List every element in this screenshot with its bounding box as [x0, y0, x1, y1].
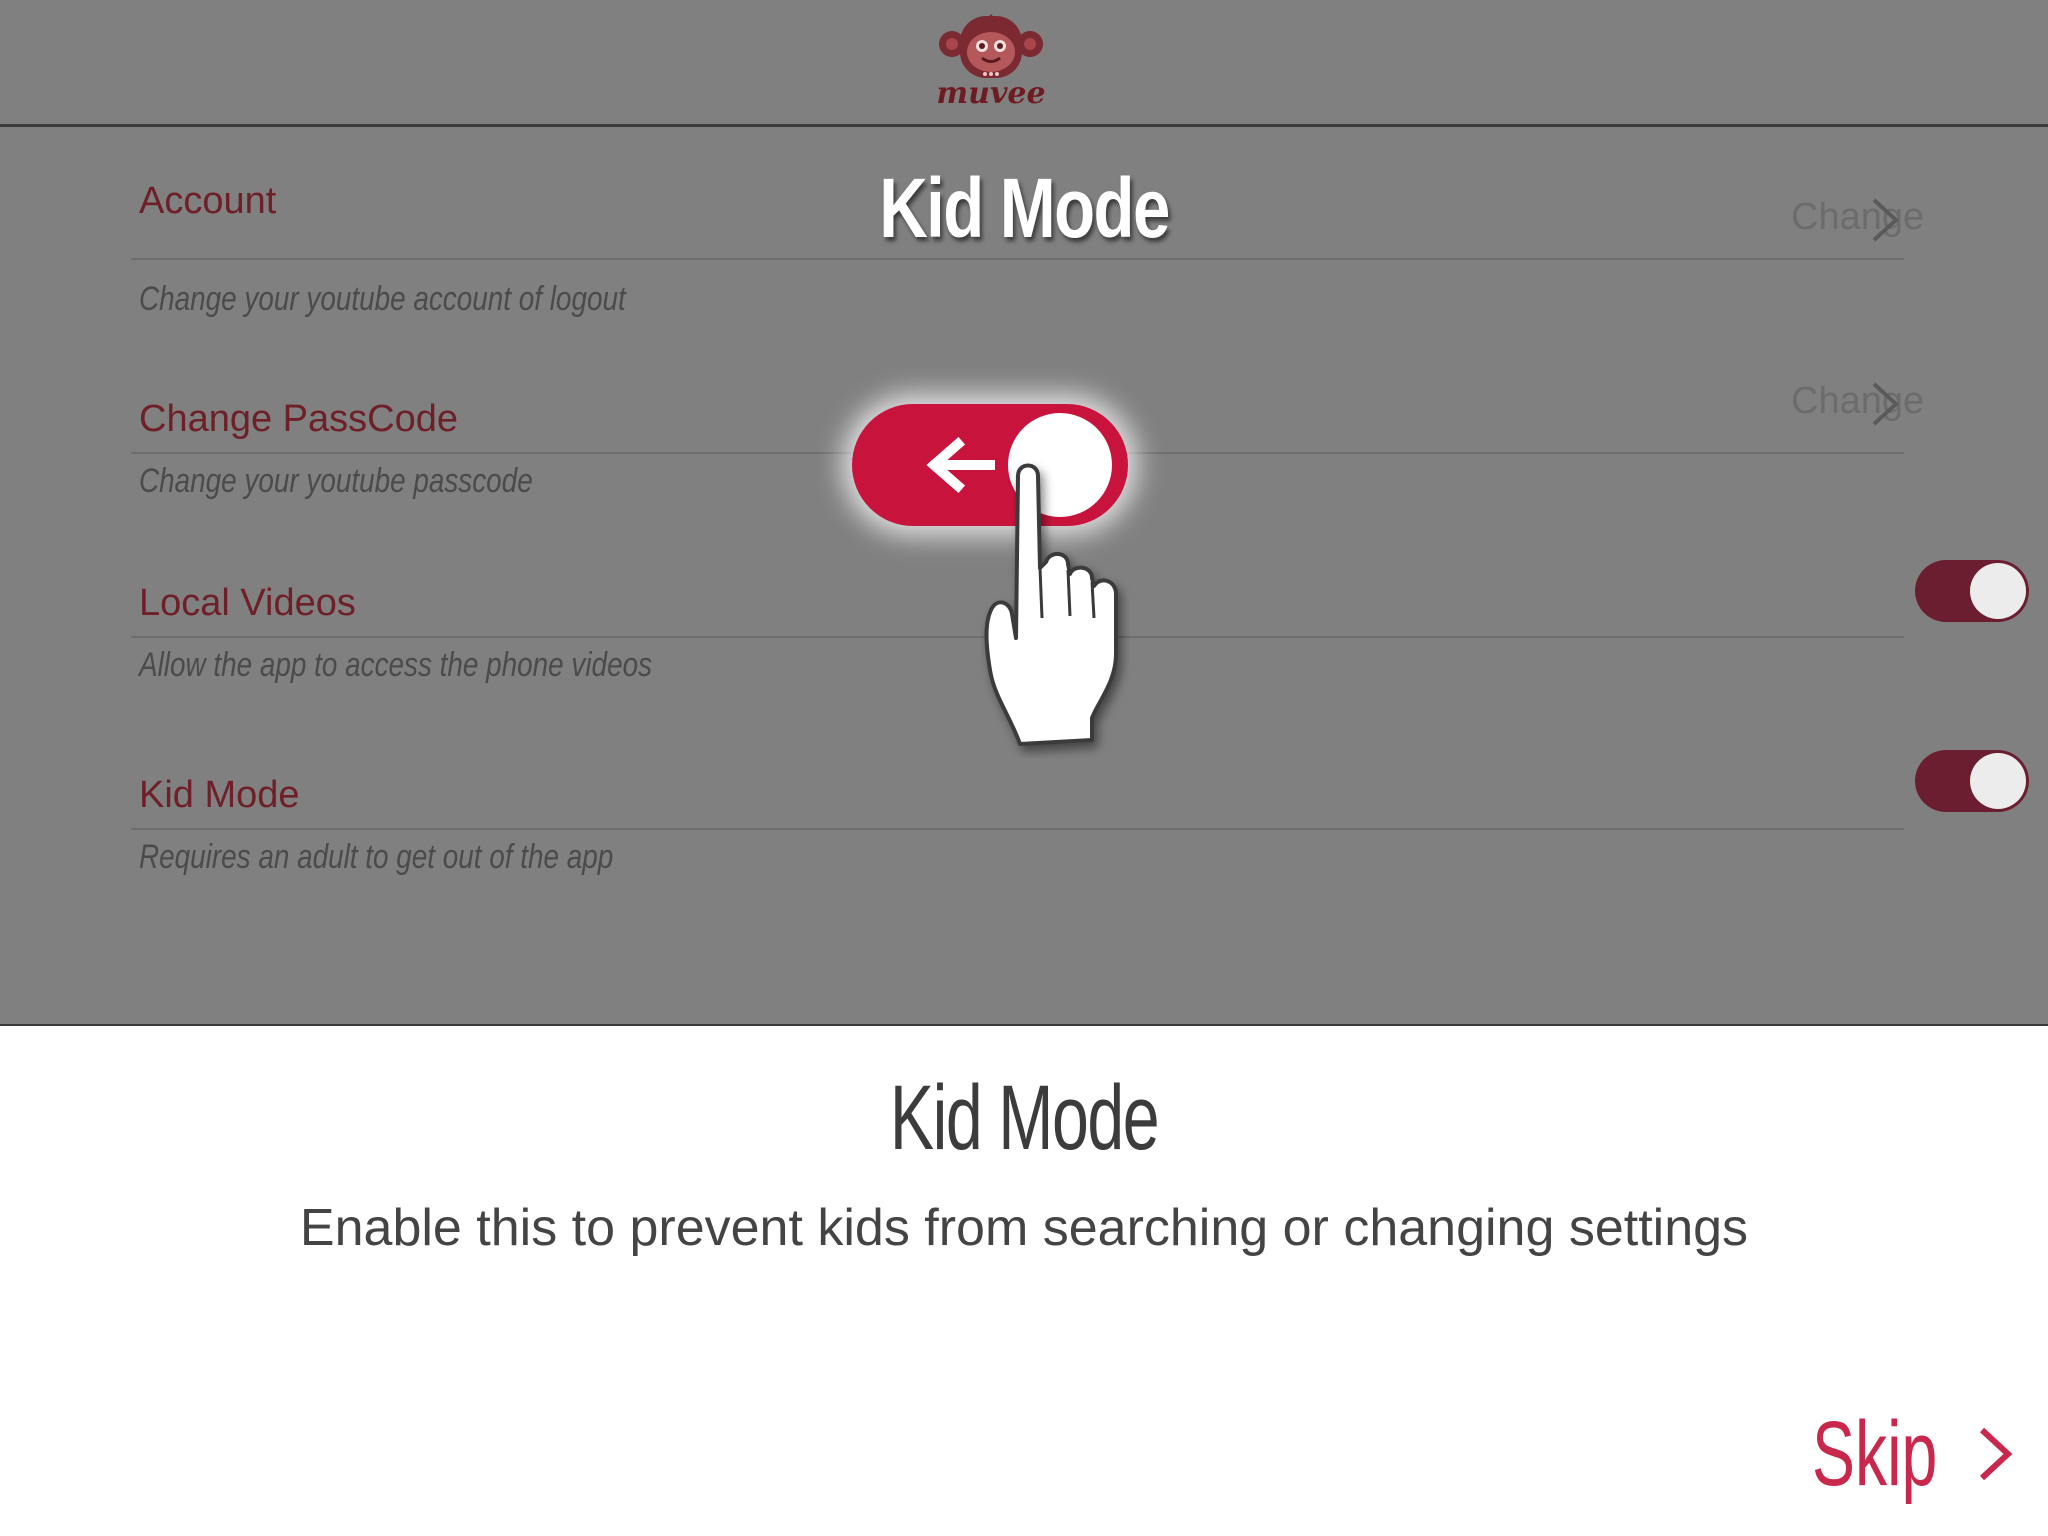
- row-description: Allow the app to access the phone videos: [139, 646, 653, 684]
- logo-wordmark: muvee: [936, 76, 1046, 111]
- row-title: Local Videos: [139, 582, 356, 624]
- kid-mode-toggle[interactable]: [1915, 750, 2029, 812]
- app-logo: muvee: [936, 12, 1046, 112]
- chevron-right-icon[interactable]: [1868, 380, 1902, 428]
- skip-button[interactable]: Skip: [1812, 1402, 2016, 1505]
- local-videos-toggle[interactable]: [1915, 560, 2029, 622]
- chevron-right-icon: [1979, 1427, 2013, 1481]
- row-description: Requires an adult to get out of the app: [139, 838, 614, 876]
- row-title: Change PassCode: [139, 398, 458, 440]
- row-description: Change your youtube account of logout: [139, 280, 626, 318]
- overlay-title: Kid Mode: [879, 161, 1170, 255]
- change-passcode-link[interactable]: Change: [1791, 380, 1924, 423]
- chevron-right-icon[interactable]: [1868, 196, 1902, 244]
- pointing-hand-icon: [984, 463, 1118, 746]
- settings-screen: muvee Account Change Change your youtube…: [0, 0, 2048, 1024]
- toggle-knob: [1970, 563, 2026, 619]
- toggle-knob: [1970, 753, 2026, 809]
- monkey-mascot-icon: [939, 14, 1043, 78]
- skip-label: Skip: [1812, 1402, 1938, 1505]
- row-title: Kid Mode: [139, 774, 300, 816]
- row-description: Change your youtube passcode: [139, 462, 533, 500]
- tutorial-title: Kid Mode: [889, 1067, 1160, 1169]
- tutorial-panel: Kid Mode Enable this to prevent kids fro…: [0, 1024, 2048, 1536]
- tutorial-description: Enable this to prevent kids from searchi…: [299, 1199, 1749, 1257]
- app-header: muvee: [0, 0, 2048, 127]
